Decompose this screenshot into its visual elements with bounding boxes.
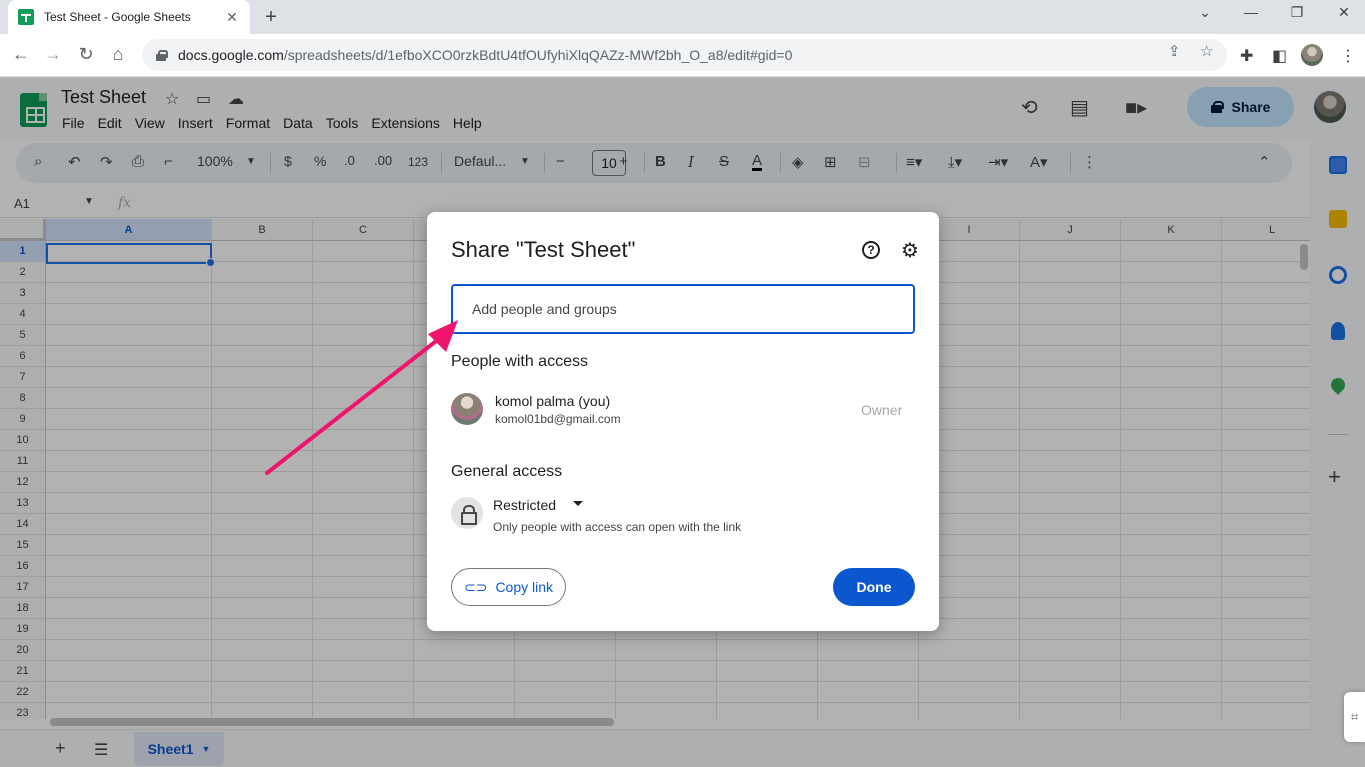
- tab-close-icon[interactable]: ✕: [224, 9, 240, 26]
- person-email: komol01bd@gmail.com: [495, 412, 621, 426]
- help-icon[interactable]: ?: [862, 241, 880, 259]
- access-description: Only people with access can open with th…: [493, 520, 742, 534]
- restore-icon[interactable]: ❐: [1282, 4, 1312, 21]
- share-dialog: Share "Test Sheet" ? ⚙ People with acces…: [427, 212, 939, 631]
- bookmark-star-icon[interactable]: ☆: [1200, 42, 1213, 60]
- add-people-input[interactable]: [451, 284, 915, 334]
- reload-icon[interactable]: ↻: [75, 44, 97, 65]
- done-button[interactable]: Done: [833, 568, 915, 606]
- copy-link-label: Copy link: [495, 579, 554, 595]
- person-role: Owner: [861, 402, 903, 418]
- restricted-lock-icon: [451, 497, 483, 529]
- avatar: [451, 393, 483, 425]
- general-access-heading: General access: [451, 463, 563, 480]
- link-icon: ⊂⊃: [463, 578, 488, 595]
- browser-tabstrip: Test Sheet - Google Sheets ✕ + ⌄ — ❐ ✕: [0, 0, 1365, 34]
- url-text: docs.google.com/spreadsheets/d/1efboXCO0…: [178, 47, 793, 63]
- people-with-access-heading: People with access: [451, 353, 588, 370]
- sheets-favicon-icon: [18, 9, 34, 25]
- minimize-icon[interactable]: —: [1236, 4, 1266, 20]
- lock-icon[interactable]: [156, 49, 168, 61]
- address-bar[interactable]: docs.google.com/spreadsheets/d/1efboXCO0…: [142, 39, 1227, 71]
- access-level-chevron-icon[interactable]: [573, 501, 583, 506]
- chrome-profile-avatar[interactable]: [1301, 44, 1323, 66]
- gear-icon[interactable]: ⚙: [901, 238, 919, 263]
- person-name: komol palma (you): [495, 393, 611, 409]
- copy-link-button[interactable]: ⊂⊃ Copy link: [451, 568, 566, 606]
- home-icon[interactable]: ⌂: [107, 44, 129, 65]
- window-close-icon[interactable]: ✕: [1329, 4, 1359, 21]
- dialog-title: Share "Test Sheet": [451, 237, 636, 262]
- forward-icon[interactable]: →: [42, 44, 64, 65]
- tab-search-chevron-icon[interactable]: ⌄: [1190, 4, 1220, 21]
- browser-tab[interactable]: Test Sheet - Google Sheets ✕: [8, 0, 250, 34]
- side-panel-icon[interactable]: ◧: [1272, 46, 1287, 66]
- chrome-menu-icon[interactable]: ⋮: [1340, 46, 1356, 66]
- extensions-puzzle-icon[interactable]: ✚: [1240, 46, 1253, 66]
- share-page-icon[interactable]: ⇪: [1168, 42, 1181, 60]
- floating-widget-icon[interactable]: ⌗: [1344, 692, 1365, 742]
- access-level-select[interactable]: Restricted: [493, 497, 556, 513]
- tab-title: Test Sheet - Google Sheets: [44, 10, 191, 24]
- browser-toolbar: ← → ↻ ⌂ docs.google.com/spreadsheets/d/1…: [0, 34, 1365, 77]
- new-tab-button[interactable]: +: [260, 6, 282, 29]
- back-icon[interactable]: ←: [10, 44, 32, 65]
